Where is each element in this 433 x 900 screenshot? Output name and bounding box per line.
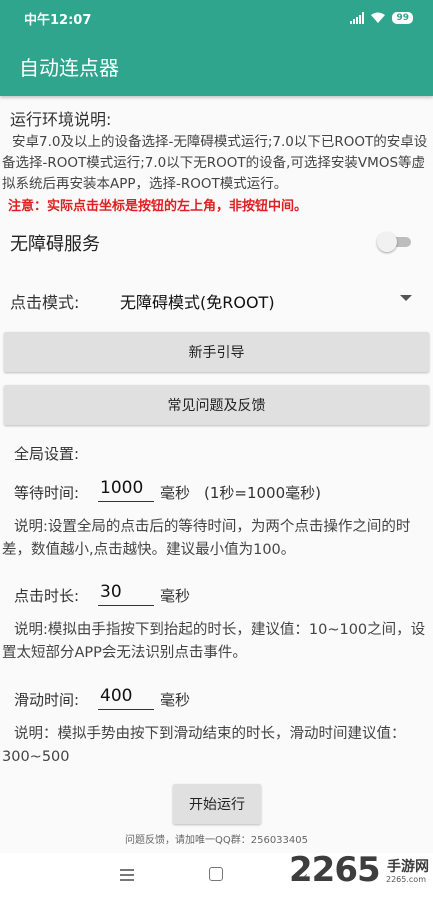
- wifi-icon: [371, 12, 386, 23]
- environment-description: 安卓7.0及以上的设备选择-无障碍模式运行;7.0以下已ROOT的安卓设备选择-…: [2, 134, 428, 192]
- environment-title: 运行环境说明:: [10, 110, 112, 129]
- guide-button[interactable]: 新手引导: [4, 332, 429, 372]
- start-button[interactable]: 开始运行: [173, 784, 261, 824]
- click-mode-label: 点击模式:: [10, 293, 80, 312]
- click-mode-select[interactable]: 无障碍模式(免ROOT): [120, 289, 275, 313]
- swipe-duration-label: 滑动时间:: [14, 691, 80, 709]
- wait-time-hint: (1秒=1000毫秒): [204, 484, 321, 502]
- feedback-text: 问题反馈，请加唯一QQ群：256033405: [124, 835, 308, 846]
- click-duration-description: 说明:模拟由手指按下到抬起的时长，建议值：10~100之间，设置太短部分APP会…: [2, 622, 426, 661]
- watermark-suffix: 手游网: [387, 859, 429, 875]
- swipe-duration-description: 说明：模拟手势由按下到滑动结束的时长，滑动时间建议值：300~500: [2, 726, 406, 765]
- accessibility-service-toggle[interactable]: [377, 232, 413, 252]
- faq-button[interactable]: 常见问题及反馈: [4, 385, 429, 425]
- wait-time-label: 等待时间:: [14, 484, 80, 502]
- app-title: 自动连点器: [19, 55, 119, 80]
- click-duration-label: 点击时长:: [14, 587, 80, 605]
- app-bar: 自动连点器: [0, 36, 433, 96]
- menu-icon[interactable]: [120, 869, 134, 881]
- swipe-duration-unit: 毫秒: [160, 691, 191, 709]
- status-icons: 99: [350, 12, 413, 24]
- status-bar: 中午12:07 99: [0, 0, 433, 36]
- wait-time-unit: 毫秒: [160, 484, 191, 502]
- wait-time-input[interactable]: 1000: [98, 476, 154, 502]
- watermark-domain: 2265.com: [386, 875, 426, 884]
- dropdown-arrow-icon[interactable]: [400, 295, 412, 301]
- accessibility-service-label: 无障碍服务: [10, 234, 100, 255]
- toggle-thumb: [377, 232, 397, 252]
- click-duration-unit: 毫秒: [160, 587, 191, 605]
- coordinate-note: 注意：实际点击坐标是按钮的左上角，非按钮中间。: [8, 199, 308, 214]
- swipe-duration-input[interactable]: 400: [98, 684, 154, 710]
- click-duration-input[interactable]: 30: [98, 580, 154, 606]
- watermark-number: 2265: [289, 850, 381, 890]
- status-time: 中午12:07: [24, 12, 92, 28]
- wait-time-description: 说明:设置全局的点击后的等待时间，为两个点击操作之间的时差，数值越小,点击越快。…: [2, 519, 411, 558]
- global-settings-title: 全局设置:: [14, 445, 80, 463]
- signal-icon: [350, 12, 365, 24]
- watermark-logo: 2265 手游网 2265.com: [289, 850, 433, 894]
- home-icon[interactable]: [209, 867, 223, 881]
- battery-icon: 99: [392, 12, 413, 24]
